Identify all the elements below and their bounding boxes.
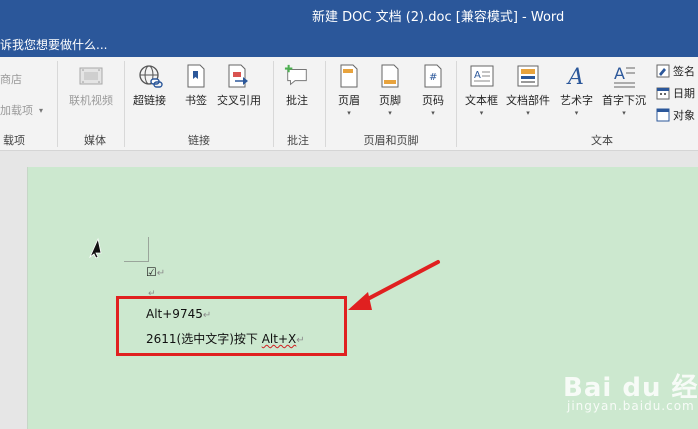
paragraph-mark: ↵ <box>296 335 305 346</box>
drop-cap-icon: A <box>611 63 637 89</box>
header-icon <box>336 63 362 89</box>
group-label-header-footer: 页眉和页脚 <box>363 134 419 147</box>
header-label: 页眉 <box>338 94 360 107</box>
text-boundary-corner <box>124 237 149 262</box>
window-title: 新建 DOC 文档 (2).doc [兼容模式] - Word <box>312 10 565 25</box>
red-arrow-icon <box>348 260 440 310</box>
chevron-down-icon: ▾ <box>347 109 351 117</box>
text-box-icon: A <box>469 63 495 89</box>
group-label-links: 链接 <box>188 134 210 147</box>
unicode-instruction-text: 2611(选中文字)按下 <box>146 332 262 346</box>
signature-line-button[interactable]: 签名 <box>656 63 695 79</box>
svg-text:A: A <box>614 64 625 83</box>
bookmark-icon <box>183 63 209 89</box>
hyperlink-button[interactable]: 超链接 <box>133 63 166 108</box>
store-label: 商店 <box>0 73 22 86</box>
cross-reference-button[interactable]: 交叉引用 <box>217 63 261 108</box>
bookmark-label: 书签 <box>185 94 207 107</box>
tell-me-search[interactable]: 诉我您想要做什么... <box>0 36 107 53</box>
group-divider <box>325 61 326 147</box>
group-divider <box>124 61 125 147</box>
globe-link-icon <box>137 63 163 89</box>
text-box-label: 文本框 <box>465 94 498 107</box>
group-label-text: 文本 <box>591 134 613 147</box>
new-comment-label: 批注 <box>286 94 308 107</box>
chevron-down-icon: ▾ <box>431 109 435 117</box>
page-number-label: 页码 <box>422 94 444 107</box>
mouse-cursor-icon <box>89 237 102 259</box>
chevron-down-icon: ▾ <box>526 109 530 117</box>
wordart-button[interactable]: A 艺术字 ▾ <box>560 63 593 118</box>
wordart-icon: A <box>564 63 590 89</box>
watermark-url: jingyan.baidu.com <box>567 399 695 413</box>
object-label: 对象 <box>673 109 695 122</box>
cross-reference-icon <box>226 63 252 89</box>
date-time-label: 日期 <box>673 87 695 100</box>
quick-parts-icon <box>515 63 541 89</box>
my-addins-label: 加载项 <box>0 104 33 117</box>
online-video-button[interactable]: 联机视频 <box>69 63 113 108</box>
header-button[interactable]: 页眉 ▾ <box>336 63 362 118</box>
page-number-button[interactable]: # 页码 ▾ <box>420 63 446 118</box>
svg-text:A: A <box>474 70 481 81</box>
alt-code-line: Alt+9745↵ <box>146 307 211 321</box>
text-box-button[interactable]: A 文本框 ▾ <box>465 63 498 118</box>
online-video-label: 联机视频 <box>69 94 113 107</box>
chevron-down-icon: ▾ <box>39 105 44 115</box>
group-divider <box>456 61 457 147</box>
alt-code-text: Alt+9745 <box>146 307 203 321</box>
film-icon <box>78 63 104 89</box>
signature-line-label: 签名 <box>673 65 695 78</box>
check-box-symbol: ☑ <box>146 265 157 279</box>
new-comment-button[interactable]: 批注 <box>284 63 310 108</box>
chevron-down-icon: ▾ <box>574 109 579 117</box>
footer-icon <box>377 63 403 89</box>
ribbon-insert: 商店 加载项 ▾ 载项 联机视频 媒体 超链接 书签 交叉引用 链接 批注 批注… <box>0 57 698 151</box>
footer-button[interactable]: 页脚 ▾ <box>377 63 403 118</box>
tell-me-bar: 诉我您想要做什么... <box>0 30 698 57</box>
calendar-icon <box>656 86 670 100</box>
object-icon <box>656 108 670 122</box>
group-label-addins: 载项 <box>3 134 25 147</box>
footer-label: 页脚 <box>379 94 401 107</box>
my-addins-button[interactable]: 加载项 ▾ <box>0 102 43 118</box>
chevron-down-icon: ▾ <box>479 109 484 117</box>
drop-cap-button[interactable]: A 首字下沉 ▾ <box>602 63 646 118</box>
signature-icon <box>656 64 670 78</box>
group-divider <box>57 61 58 147</box>
chevron-down-icon: ▾ <box>388 109 392 117</box>
group-divider <box>273 61 274 147</box>
hyperlink-label: 超链接 <box>133 94 166 107</box>
wordart-label: 艺术字 <box>560 94 593 107</box>
alt-x-key-text: Alt+X <box>261 332 297 346</box>
document-area: ☑↵ ↵ Alt+9745↵ 2611(选中文字)按下 Alt+X↵ Bai d… <box>0 151 698 429</box>
page-number-icon: # <box>420 63 446 89</box>
baidu-watermark: Bai du 经验 jingyan.baidu.com <box>563 367 698 413</box>
highlight-box <box>116 296 347 356</box>
check-symbol-line: ☑↵ <box>146 265 165 279</box>
store-button[interactable]: 商店 <box>0 71 22 87</box>
svg-text:A: A <box>566 65 584 89</box>
svg-text:#: # <box>429 72 437 83</box>
group-label-media: 媒体 <box>84 134 106 147</box>
comment-icon <box>284 63 310 89</box>
bookmark-button[interactable]: 书签 <box>183 63 209 108</box>
paragraph-mark: ↵ <box>156 268 166 279</box>
group-label-comments: 批注 <box>287 134 309 147</box>
document-page[interactable]: ☑↵ ↵ Alt+9745↵ 2611(选中文字)按下 Alt+X↵ Bai d… <box>27 167 698 429</box>
drop-cap-label: 首字下沉 <box>602 94 646 107</box>
quick-parts-button[interactable]: 文档部件 ▾ <box>506 63 550 118</box>
chevron-down-icon: ▾ <box>622 109 626 117</box>
date-time-button[interactable]: 日期 <box>656 85 695 101</box>
object-button[interactable]: 对象 <box>656 107 695 123</box>
title-bar: 新建 DOC 文档 (2).doc [兼容模式] - Word <box>0 0 698 30</box>
cross-reference-label: 交叉引用 <box>217 94 261 107</box>
alt-x-line: 2611(选中文字)按下 Alt+X↵ <box>146 330 305 347</box>
quick-parts-label: 文档部件 <box>506 94 550 107</box>
paragraph-mark: ↵ <box>202 310 212 321</box>
